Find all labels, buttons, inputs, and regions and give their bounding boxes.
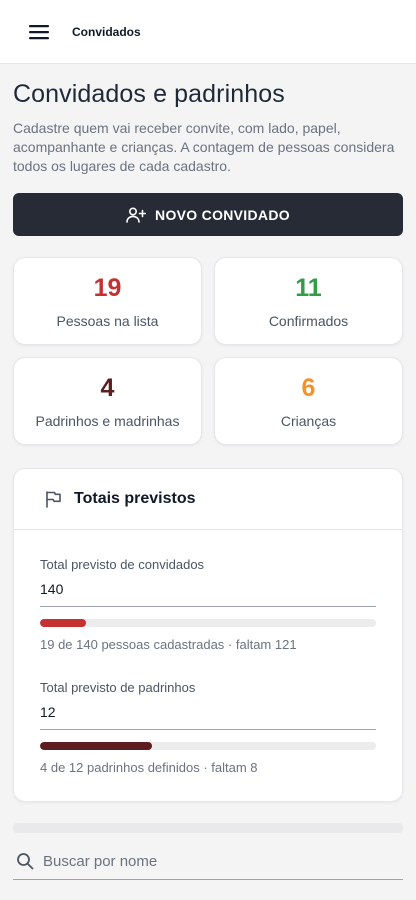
totals-title: Totais previstos	[74, 490, 196, 507]
godparents-total-label: Total previsto de padrinhos	[40, 680, 196, 695]
search-input[interactable]	[43, 852, 383, 870]
stat-value: 11	[295, 274, 322, 302]
totals-header: Totais previstos	[14, 469, 402, 530]
guests-progress-fill	[40, 619, 86, 627]
flag-icon	[44, 490, 62, 508]
stat-label: Crianças	[280, 413, 337, 429]
stat-value: 6	[301, 374, 316, 402]
stat-card-children: 6 Crianças	[214, 357, 403, 445]
app-bar: Convidados	[0, 0, 416, 64]
guests-progress-summary: 19 de 140 pessoas cadastradas · faltam 1…	[40, 637, 297, 652]
page-title: Convidados e padrinhos	[13, 80, 285, 108]
menu-icon[interactable]	[26, 19, 52, 45]
guests-total-input[interactable]: 140	[40, 581, 376, 607]
app-title: Convidados	[72, 24, 141, 39]
section-divider	[13, 823, 403, 833]
stat-card-godparents: 4 Padrinhos e madrinhas	[13, 357, 202, 445]
guests-total-label: Total previsto de convidados	[40, 557, 205, 572]
stat-label: Padrinhos e madrinhas	[35, 413, 180, 429]
stat-card-people: 19 Pessoas na lista	[13, 257, 202, 345]
stat-label: Pessoas na lista	[56, 313, 159, 329]
stat-value: 19	[93, 274, 122, 302]
totals-card: Totais previstos Total previsto de convi…	[13, 468, 403, 802]
stat-value: 4	[100, 374, 115, 402]
godparents-total-input[interactable]: 12	[40, 704, 376, 730]
stat-label: Confirmados	[268, 313, 349, 329]
stat-card-confirmed: 11 Confirmados	[214, 257, 403, 345]
search-icon	[16, 852, 34, 870]
user-plus-icon	[126, 206, 147, 223]
page-description: Cadastre quem vai receber convite, com l…	[13, 120, 395, 174]
guests-progress-bar	[40, 619, 376, 627]
godparents-progress-summary: 4 de 12 padrinhos definidos · faltam 8	[40, 760, 258, 775]
search-field[interactable]	[13, 843, 403, 880]
godparents-total-field[interactable]: Total previsto de padrinhos 12	[40, 680, 376, 730]
new-guest-button-label: NOVO CONVIDADO	[155, 206, 290, 223]
new-guest-button[interactable]: NOVO CONVIDADO	[13, 193, 403, 236]
guests-total-field[interactable]: Total previsto de convidados 140	[40, 557, 376, 607]
godparents-progress-fill	[40, 742, 152, 750]
godparents-progress-bar	[40, 742, 376, 750]
